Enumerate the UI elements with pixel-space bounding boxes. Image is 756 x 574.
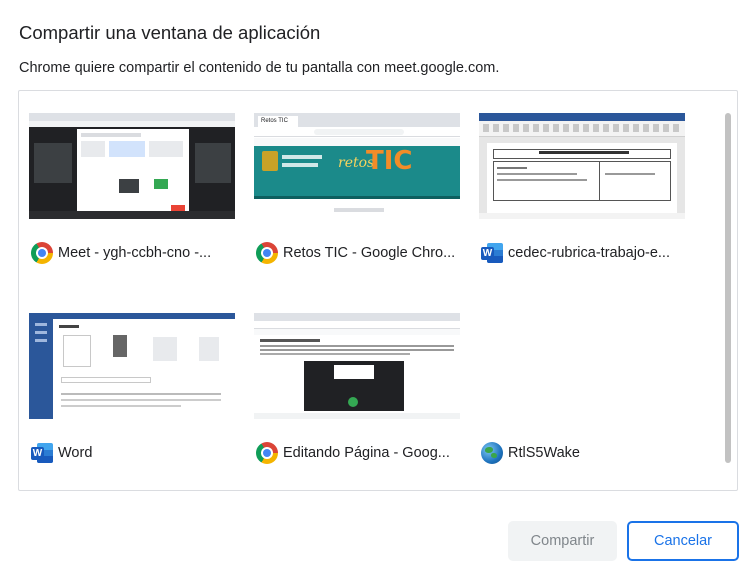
chrome-icon <box>256 242 278 264</box>
globe-icon <box>481 442 503 464</box>
chrome-icon <box>256 442 278 464</box>
window-thumbnail-meet <box>29 113 235 219</box>
word-icon: W <box>481 242 503 264</box>
window-thumbnail-rtls5wake <box>479 313 685 419</box>
window-option-word[interactable]: W Word <box>29 313 235 463</box>
window-label: cedec-rubrica-trabajo-e... <box>508 245 670 261</box>
window-label: RtlS5Wake <box>508 445 580 461</box>
window-thumbnail-word <box>29 313 235 419</box>
scrollbar[interactable] <box>725 113 731 463</box>
window-thumbnail-cedec-rubrica <box>479 113 685 219</box>
chrome-icon <box>31 242 53 264</box>
window-label: Editando Página - Goog... <box>283 445 450 461</box>
window-thumbnail-retos-tic: Retos TIC retos TIC <box>254 113 460 219</box>
window-option-rtls5wake[interactable]: RtlS5Wake <box>479 313 685 464</box>
window-thumbnail-editando-pagina <box>254 313 460 419</box>
window-option-cedec-rubrica[interactable]: W cedec-rubrica-trabajo-e... <box>479 113 685 263</box>
window-option-retos-tic[interactable]: Retos TIC retos TIC Retos TIC - Google C… <box>254 113 460 264</box>
cancel-button[interactable]: Cancelar <box>627 521 739 561</box>
window-list-panel: Meet - ygh-ccbh-cno -... Retos TIC retos… <box>18 90 738 491</box>
dialog-subtitle: Chrome quiere compartir el contenido de … <box>19 60 500 76</box>
word-icon: W <box>31 442 53 464</box>
dialog-title: Compartir una ventana de aplicación <box>19 22 321 43</box>
window-option-editando-pagina[interactable]: Editando Página - Goog... <box>254 313 460 464</box>
window-label: Retos TIC - Google Chro... <box>283 245 456 261</box>
thumb-tab-text: Retos TIC <box>258 116 298 127</box>
window-label: Word <box>58 445 93 461</box>
share-button[interactable]: Compartir <box>508 521 617 561</box>
window-label: Meet - ygh-ccbh-cno -... <box>58 245 212 261</box>
thumb-tic-text: TIC <box>366 146 413 176</box>
window-option-meet[interactable]: Meet - ygh-ccbh-cno -... <box>29 113 235 264</box>
